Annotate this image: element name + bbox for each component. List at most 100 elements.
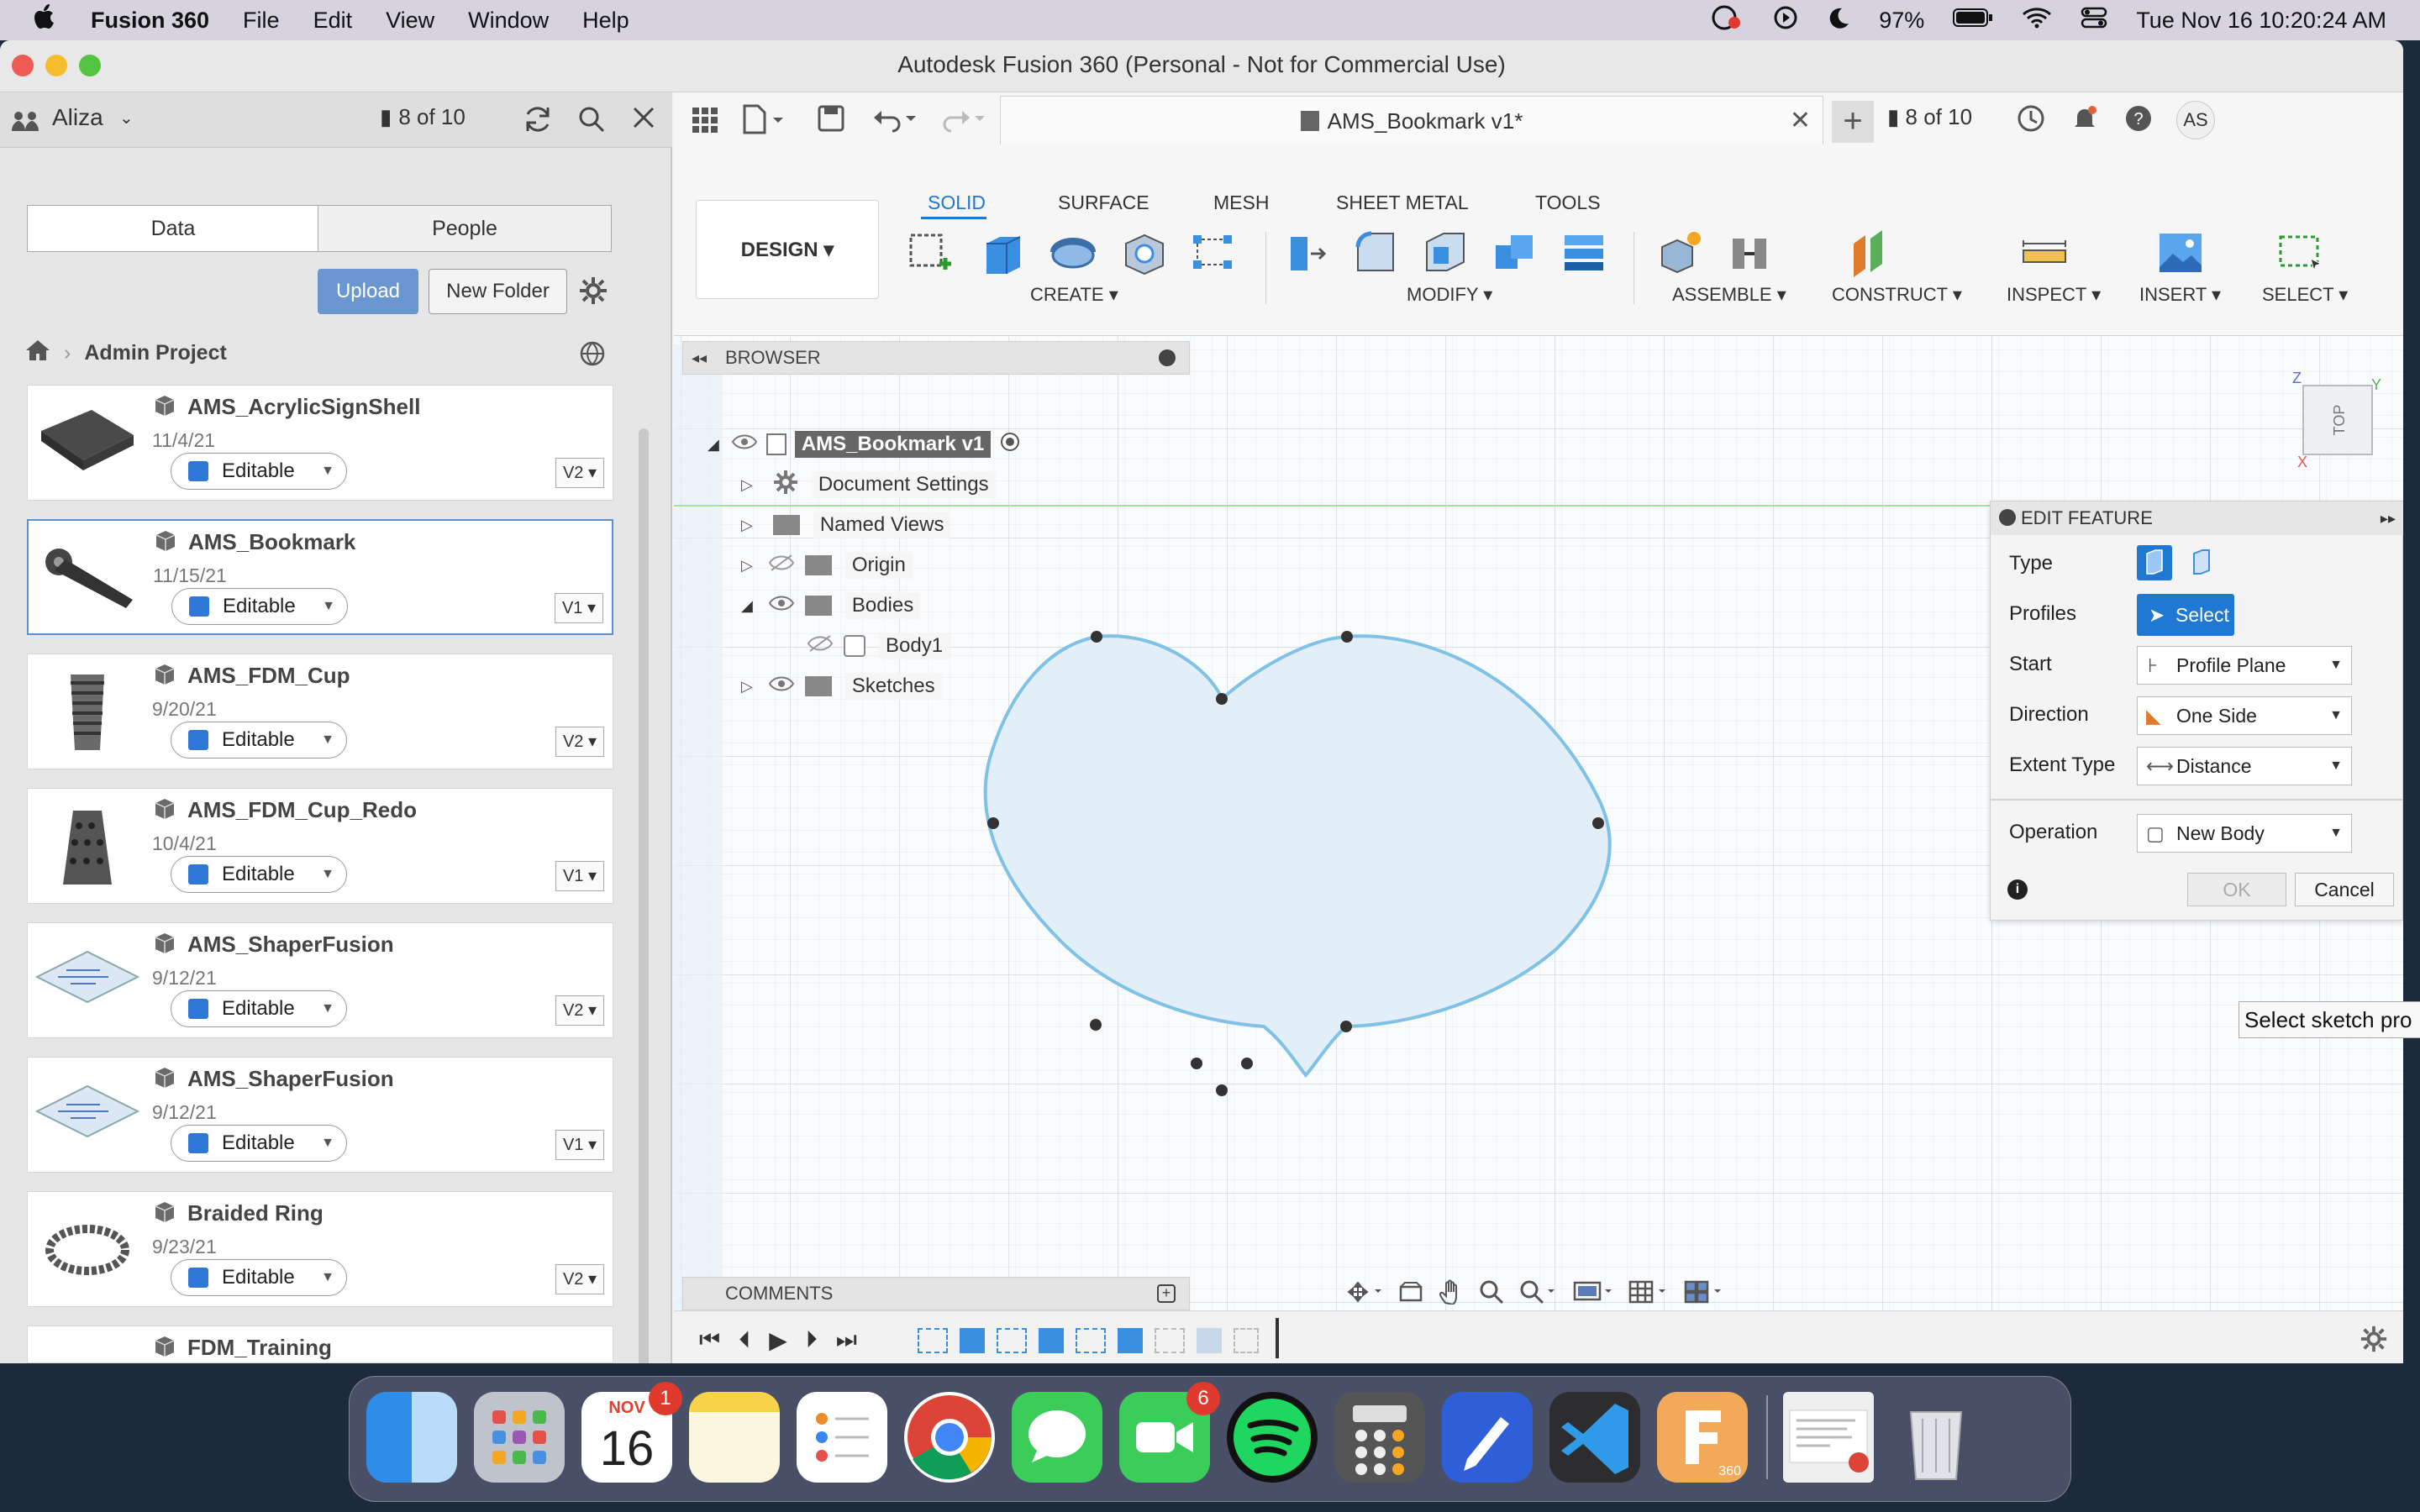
tree-root[interactable]: ◢ AMS_Bookmark v1: [708, 425, 1021, 464]
finder-icon[interactable]: [366, 1392, 457, 1483]
expand-down-icon[interactable]: ◢: [741, 597, 753, 615]
create-menu[interactable]: CREATE ▾: [1030, 284, 1118, 306]
version-dropdown[interactable]: V2 ▾: [555, 727, 604, 757]
reminders-icon[interactable]: [797, 1392, 887, 1483]
orbit-icon[interactable]: [1346, 1279, 1383, 1309]
operation-dropdown[interactable]: ▢ New Body ▼: [2137, 814, 2352, 853]
pattern-icon[interactable]: [1188, 227, 1237, 279]
tab-data[interactable]: Data: [27, 205, 319, 252]
modify-menu[interactable]: MODIFY ▾: [1407, 284, 1492, 306]
calculator-icon[interactable]: [1334, 1392, 1425, 1483]
facetime-icon[interactable]: 6: [1119, 1382, 1220, 1483]
apple-icon[interactable]: [34, 3, 57, 37]
create-sketch-icon[interactable]: [906, 227, 955, 279]
timeline-marker[interactable]: [1276, 1318, 1279, 1358]
align-icon[interactable]: [1560, 227, 1608, 279]
file-menu-icon[interactable]: [741, 104, 788, 139]
avatar[interactable]: AS: [2176, 101, 2215, 139]
team-grid-icon[interactable]: [12, 109, 40, 135]
menu-file[interactable]: File: [243, 8, 280, 34]
insert-menu[interactable]: INSERT ▾: [2139, 284, 2221, 306]
tree-item[interactable]: Body1: [807, 627, 950, 665]
editable-dropdown[interactable]: Editable ▼: [171, 990, 347, 1027]
gear-icon[interactable]: [578, 276, 608, 310]
editable-dropdown[interactable]: Editable ▼: [171, 722, 347, 759]
press-pull-icon[interactable]: [1282, 227, 1331, 279]
version-dropdown[interactable]: V1 ▾: [555, 1130, 604, 1160]
tree-item[interactable]: ▷ Named Views: [741, 506, 951, 544]
version-dropdown[interactable]: V2 ▾: [555, 995, 604, 1026]
close-icon[interactable]: [630, 104, 657, 135]
select-menu[interactable]: SELECT ▾: [2262, 284, 2348, 306]
expand-down-icon[interactable]: ◢: [708, 436, 719, 454]
moon-icon[interactable]: [1827, 6, 1850, 35]
pan-hand-icon[interactable]: [1439, 1279, 1464, 1309]
battery-icon[interactable]: [1953, 8, 1993, 34]
file-card[interactable]: AMS_ShaperFusion 9/12/21 Editable ▼ V1 ▾: [27, 1057, 613, 1173]
file-card[interactable]: AMS_AcrylicSignShell 11/4/21 Editable ▼ V…: [27, 385, 613, 501]
chrome-icon[interactable]: [904, 1392, 995, 1483]
close-window-button[interactable]: [12, 55, 34, 76]
tab-people[interactable]: People: [318, 205, 612, 252]
tab-mesh[interactable]: MESH: [1213, 192, 1269, 214]
document-tab[interactable]: AMS_Bookmark v1* ✕: [1000, 96, 1823, 144]
creative-cloud-icon[interactable]: [1711, 4, 1744, 37]
extrude-icon[interactable]: [978, 227, 1027, 279]
tab-solid[interactable]: SOLID: [928, 192, 986, 214]
file-card[interactable]: AMS_Bookmark 11/15/21 Editable ▼ V1 ▾: [27, 519, 613, 635]
version-dropdown[interactable]: V1 ▾: [555, 593, 603, 623]
clock[interactable]: Tue Nov 16 10:20:24 AM: [2136, 8, 2386, 34]
extent-type-dropdown[interactable]: ⟷ Distance ▼: [2137, 747, 2352, 785]
info-icon[interactable]: i: [2007, 879, 2028, 900]
recent-document-icon[interactable]: [1783, 1392, 1874, 1483]
home-icon[interactable]: [25, 339, 50, 368]
measure-icon[interactable]: [2020, 227, 2069, 279]
step-back-icon[interactable]: ⏴: [739, 1326, 750, 1354]
radio-target-icon[interactable]: [999, 431, 1021, 459]
timeline-extrude-icon[interactable]: [960, 1328, 985, 1353]
cancel-button[interactable]: Cancel: [2295, 873, 2394, 906]
ok-button[interactable]: OK: [2187, 873, 2286, 906]
combine-icon[interactable]: [1491, 227, 1539, 279]
new-folder-button[interactable]: New Folder: [429, 269, 567, 314]
timeline-extrude-icon[interactable]: [1039, 1328, 1064, 1353]
expand-right-icon[interactable]: ▷: [741, 476, 753, 494]
tree-item[interactable]: ▷ Document Settings: [741, 465, 996, 504]
menu-view[interactable]: View: [386, 8, 434, 34]
history-clock-icon[interactable]: [2017, 104, 2045, 137]
expand-panel-icon[interactable]: ▸▸: [2381, 501, 2396, 535]
breadcrumb-project[interactable]: Admin Project: [84, 341, 226, 365]
file-card[interactable]: AMS_FDM_Cup 9/20/21 Editable ▼ V2 ▾: [27, 654, 613, 769]
save-icon[interactable]: [817, 104, 845, 137]
joint-icon[interactable]: [1726, 227, 1775, 279]
trash-icon[interactable]: [1891, 1392, 1981, 1483]
skip-start-icon[interactable]: ⏮: [699, 1326, 720, 1354]
expand-right-icon[interactable]: ▷: [741, 678, 753, 696]
eye-hidden-icon[interactable]: [768, 554, 795, 578]
pin-icon[interactable]: [1159, 349, 1176, 366]
timeline-extrude-icon[interactable]: [1118, 1328, 1143, 1353]
fit-zoom-icon[interactable]: [1519, 1279, 1558, 1309]
editable-dropdown[interactable]: Editable ▼: [171, 856, 347, 893]
editable-dropdown[interactable]: Editable ▼: [171, 1259, 347, 1296]
fusion-360-icon[interactable]: 360: [1657, 1392, 1748, 1483]
user-name[interactable]: Aliza: [52, 104, 103, 131]
grid-settings-icon[interactable]: [1628, 1279, 1669, 1309]
collapse-icon[interactable]: [1999, 509, 2016, 526]
browser-panel-header[interactable]: ◂◂ BROWSER: [682, 341, 1190, 375]
view-cube-face[interactable]: TOP: [2302, 385, 2373, 455]
editable-dropdown[interactable]: Editable ▼: [171, 453, 347, 490]
script-editor-icon[interactable]: [1442, 1392, 1533, 1483]
workspace-switcher[interactable]: DESIGN ▾: [696, 200, 879, 299]
notes-icon[interactable]: [689, 1392, 780, 1483]
redo-icon[interactable]: [939, 104, 986, 137]
skip-end-icon[interactable]: ⏭: [836, 1326, 857, 1354]
chevron-down-icon[interactable]: ⌄: [119, 108, 134, 129]
scrollbar[interactable]: [639, 428, 649, 1363]
select-window-icon[interactable]: [2277, 227, 2326, 279]
new-tab-button[interactable]: +: [1832, 101, 1874, 143]
timeline-sketch-icon[interactable]: [1155, 1328, 1185, 1353]
job-counter[interactable]: ▮ 8 of 10: [1887, 104, 1972, 130]
tab-tools[interactable]: TOOLS: [1535, 192, 1601, 214]
job-counter[interactable]: ▮ 8 of 10: [380, 104, 466, 130]
